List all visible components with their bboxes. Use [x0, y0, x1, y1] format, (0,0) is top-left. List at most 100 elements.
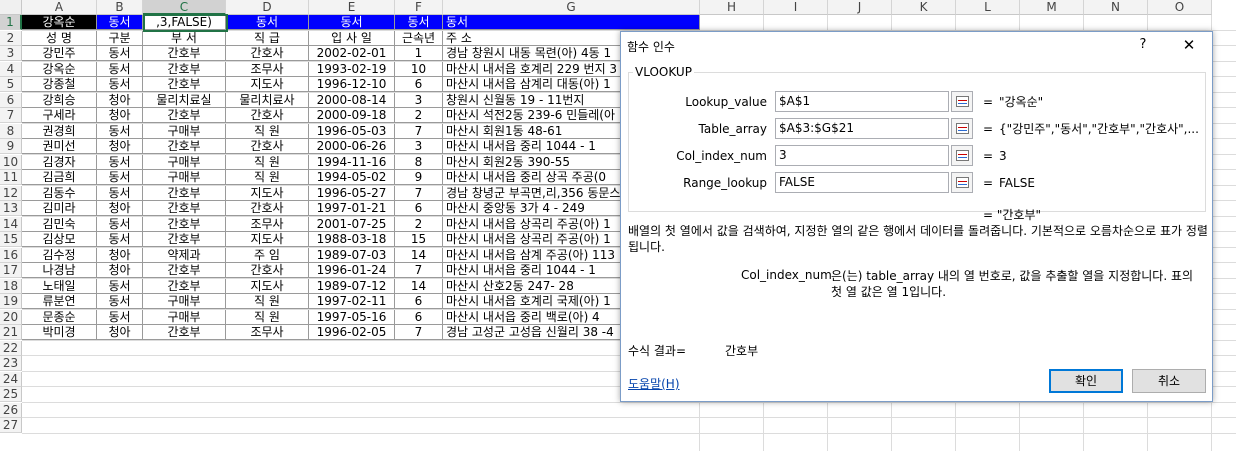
row-header-5[interactable]: 5	[0, 77, 22, 92]
table-cell[interactable]: 류분연	[22, 294, 97, 309]
table-cell[interactable]: 1994-11-16	[309, 154, 395, 170]
table-cell[interactable]: 지도사	[226, 232, 309, 247]
table-cell[interactable]: 1997-02-11	[309, 294, 395, 309]
cancel-button[interactable]: 취소	[1132, 369, 1206, 393]
table-cell[interactable]: 김상모	[22, 232, 97, 247]
column-header-g[interactable]: G	[443, 0, 700, 15]
table-cell[interactable]: 권경희	[22, 123, 97, 139]
row-header-12[interactable]: 12	[0, 185, 22, 201]
column-header-i[interactable]: I	[764, 0, 828, 15]
table-cell[interactable]: 간호부	[143, 216, 226, 232]
header-cell[interactable]: 직 급	[226, 30, 309, 46]
row-header-23[interactable]: 23	[0, 356, 22, 371]
title-cell[interactable]: ,3,FALSE)	[143, 15, 226, 30]
table-cell[interactable]: 문종순	[22, 309, 97, 325]
table-cell[interactable]: 직 원	[226, 170, 309, 185]
table-cell[interactable]: 김미라	[22, 201, 97, 216]
lookup-value-input[interactable]: $A$1	[775, 91, 949, 112]
table-cell[interactable]: 1996-01-24	[309, 263, 395, 278]
help-link[interactable]: 도움말(H)	[628, 375, 680, 392]
table-cell[interactable]: 조무사	[226, 61, 309, 77]
column-header-c[interactable]: C	[143, 0, 226, 15]
table-cell[interactable]: 동서	[97, 216, 143, 232]
table-cell[interactable]: 구매부	[143, 170, 226, 185]
table-cell[interactable]: 김동수	[22, 185, 97, 201]
table-cell[interactable]: 동서	[97, 278, 143, 294]
table-cell[interactable]: 나경남	[22, 263, 97, 278]
table-cell[interactable]: 구매부	[143, 123, 226, 139]
table-cell[interactable]: 청아	[97, 92, 143, 108]
header-cell[interactable]: 입 사 일	[309, 30, 395, 46]
row-header-9[interactable]: 9	[0, 139, 22, 154]
table-cell[interactable]: 6	[395, 77, 443, 92]
table-cell[interactable]: 동서	[97, 77, 143, 92]
header-cell[interactable]: 구분	[97, 30, 143, 46]
table-cell[interactable]: 2000-09-18	[309, 108, 395, 123]
table-cell[interactable]: 1993-02-19	[309, 61, 395, 77]
row-header-14[interactable]: 14	[0, 216, 22, 232]
range-lookup-collapse-button[interactable]	[951, 172, 973, 193]
table-cell[interactable]: 간호부	[143, 108, 226, 123]
row-header-11[interactable]: 11	[0, 170, 22, 185]
table-cell[interactable]: 10	[395, 61, 443, 77]
row-header-18[interactable]: 18	[0, 278, 22, 294]
table-cell[interactable]: 청아	[97, 325, 143, 340]
table-cell[interactable]: 1989-07-03	[309, 247, 395, 263]
table-cell[interactable]: 2002-02-01	[309, 46, 395, 61]
row-header-22[interactable]: 22	[0, 340, 22, 356]
table-cell[interactable]: 지도사	[226, 278, 309, 294]
table-cell[interactable]: 물리치료실	[143, 92, 226, 108]
table-cell[interactable]: 1994-05-02	[309, 170, 395, 185]
table-cell[interactable]: 동서	[97, 232, 143, 247]
table-cell[interactable]: 간호부	[143, 77, 226, 92]
table-cell[interactable]: 동서	[97, 294, 143, 309]
row-header-17[interactable]: 17	[0, 263, 22, 278]
close-icon[interactable]: ✕	[1175, 34, 1203, 56]
table-cell[interactable]: 1996-05-27	[309, 185, 395, 201]
table-cell[interactable]: 동서	[97, 309, 143, 325]
table-cell[interactable]: 6	[395, 309, 443, 325]
table-cell[interactable]: 1996-05-03	[309, 123, 395, 139]
table-cell[interactable]: 조무사	[226, 325, 309, 340]
table-cell[interactable]: 강종철	[22, 77, 97, 92]
table-cell[interactable]: 강옥순	[22, 61, 97, 77]
lookup-value-collapse-button[interactable]	[951, 91, 973, 112]
table-cell[interactable]: 간호사	[226, 46, 309, 61]
table-cell[interactable]: 구매부	[143, 309, 226, 325]
table-cell[interactable]: 동서	[97, 61, 143, 77]
range-lookup-input[interactable]: FALSE	[775, 172, 949, 193]
row-header-3[interactable]: 3	[0, 46, 22, 61]
table-cell[interactable]: 1996-12-10	[309, 77, 395, 92]
row-header-24[interactable]: 24	[0, 371, 22, 387]
col-index-num-input[interactable]: 3	[775, 145, 949, 166]
row-header-13[interactable]: 13	[0, 201, 22, 216]
table-cell[interactable]: 약제과	[143, 247, 226, 263]
table-cell[interactable]: 구매부	[143, 154, 226, 170]
table-cell[interactable]: 14	[395, 278, 443, 294]
table-cell[interactable]: 3	[395, 92, 443, 108]
table-cell[interactable]: 노태일	[22, 278, 97, 294]
table-cell[interactable]: 간호부	[143, 325, 226, 340]
help-icon[interactable]: ?	[1133, 34, 1153, 56]
column-header-h[interactable]: H	[700, 0, 764, 15]
table-cell[interactable]: 7	[395, 325, 443, 340]
table-cell[interactable]: 동서	[97, 185, 143, 201]
title-cell[interactable]: 강옥순	[22, 15, 97, 30]
table-cell[interactable]: 동서	[97, 170, 143, 185]
table-array-input[interactable]: $A$3:$G$21	[775, 118, 949, 139]
row-header-19[interactable]: 19	[0, 294, 22, 309]
table-cell[interactable]: 6	[395, 294, 443, 309]
table-cell[interactable]: 지도사	[226, 185, 309, 201]
row-header-7[interactable]: 7	[0, 108, 22, 123]
column-header-f[interactable]: F	[395, 0, 443, 15]
table-cell[interactable]: 2000-08-14	[309, 92, 395, 108]
column-header-b[interactable]: B	[97, 0, 143, 15]
ok-button[interactable]: 확인	[1049, 369, 1123, 393]
table-cell[interactable]: 조무사	[226, 216, 309, 232]
table-cell[interactable]: 동서	[97, 46, 143, 61]
title-cell[interactable]: 동서	[395, 15, 443, 30]
column-header-m[interactable]: M	[1020, 0, 1084, 15]
table-cell[interactable]: 권미선	[22, 139, 97, 154]
column-header-l[interactable]: L	[956, 0, 1020, 15]
table-cell[interactable]: 6	[395, 201, 443, 216]
